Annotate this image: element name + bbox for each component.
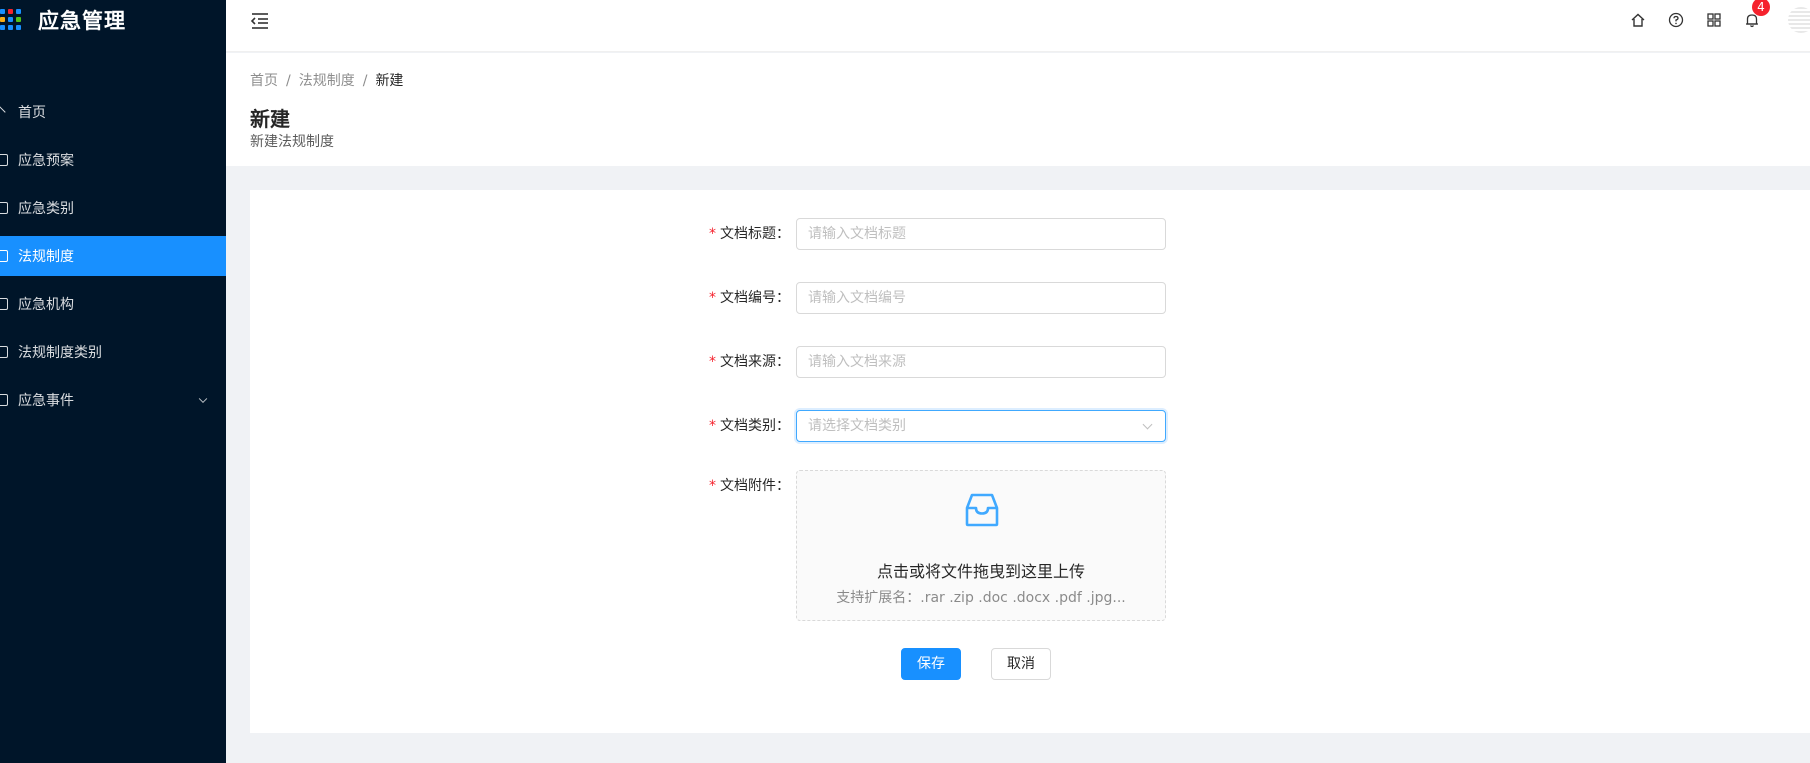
avatar[interactable] — [1788, 7, 1810, 33]
sidebar-item-emergency-event[interactable]: 应急事件 — [0, 380, 226, 420]
inbox-icon — [965, 493, 999, 527]
document-source-input[interactable] — [796, 346, 1166, 378]
file-icon — [0, 154, 8, 166]
sidebar-item-label: 首页 — [18, 105, 46, 121]
breadcrumb: 首页 / 法规制度 / 新建 — [250, 70, 403, 90]
required-mark: * — [709, 226, 716, 242]
chevron-down-icon — [198, 394, 208, 404]
form-row-title: * 文档标题： — [250, 218, 1810, 250]
form-row-number: * 文档编号： — [250, 282, 1810, 314]
form-actions: 保存 取消 — [250, 648, 1810, 680]
menu-fold-icon[interactable] — [250, 12, 270, 30]
form-row-attachment: * 文档附件： 点击或将文件拖曳到这里上传 支持扩展名：.rar .zip .do… — [250, 470, 1810, 621]
form-label-number: * 文档编号： — [709, 290, 790, 306]
notification-button[interactable]: 4 — [1744, 0, 1770, 28]
sidebar-item-emergency-agency[interactable]: 应急机构 — [0, 284, 226, 324]
file-icon — [0, 298, 8, 310]
cancel-button[interactable]: 取消 — [991, 648, 1051, 680]
sidebar-item-label: 应急预案 — [18, 153, 74, 169]
breadcrumb-home[interactable]: 首页 — [250, 73, 278, 89]
save-button[interactable]: 保存 — [901, 648, 961, 680]
file-icon — [0, 250, 8, 262]
form-row-source: * 文档来源： — [250, 346, 1810, 378]
file-icon — [0, 394, 8, 406]
file-icon — [0, 346, 8, 358]
required-mark: * — [709, 354, 716, 370]
file-icon — [0, 202, 8, 214]
sidebar: 应急管理 首页 应急预案 应急类别 法规制度 应急机构 法规制度类别 应急事件 — [0, 0, 226, 763]
sidebar-item-label: 法规制度 — [18, 249, 74, 265]
required-mark: * — [709, 418, 716, 434]
form-card: *文档标题： *文档编号： *文档来源： *文档类别： 请选择文档类别 *文档附… — [250, 190, 1810, 733]
page-subtitle: 新建法规制度 — [250, 134, 334, 150]
breadcrumb-separator: / — [362, 73, 368, 89]
form-label-source: * 文档来源： — [709, 354, 790, 370]
header-actions: 4 — [1630, 0, 1810, 40]
breadcrumb-current: 新建 — [375, 73, 404, 89]
breadcrumb-separator: / — [286, 73, 291, 89]
page-title: 新建 — [250, 107, 290, 131]
page-header: 首页 / 法规制度 / 新建 新建 新建法规制度 — [226, 53, 1810, 166]
document-category-select[interactable]: 请选择文档类别 — [796, 410, 1166, 442]
form-label-title: * 文档标题： — [709, 226, 790, 242]
document-number-input[interactable] — [796, 282, 1166, 314]
document-title-input[interactable] — [796, 218, 1166, 250]
top-header: 4 — [226, 0, 1810, 52]
upload-hint: 支持扩展名：.rar .zip .doc .docx .pdf .jpg... — [836, 590, 1126, 606]
form-row-category: * 文档类别： 请选择文档类别 — [250, 410, 1810, 442]
required-mark: * — [709, 478, 716, 494]
form-label-attachment: * 文档附件： — [709, 478, 790, 494]
sidebar-item-label: 应急类别 — [18, 201, 74, 217]
home-icon — [0, 107, 10, 117]
sidebar-item-home[interactable]: 首页 — [0, 92, 226, 132]
sidebar-item-emergency-category[interactable]: 应急类别 — [0, 188, 226, 228]
app-title: 应急管理 — [38, 9, 126, 33]
sidebar-item-emergency-plan[interactable]: 应急预案 — [0, 140, 226, 180]
upload-text: 点击或将文件拖曳到这里上传 — [876, 562, 1085, 581]
brand[interactable]: 应急管理 — [0, 0, 226, 40]
breadcrumb-regulations[interactable]: 法规制度 — [299, 73, 355, 89]
sidebar-item-label: 应急机构 — [18, 297, 74, 313]
question-circle-icon[interactable] — [1668, 12, 1684, 28]
required-mark: * — [709, 290, 716, 306]
sidebar-item-label: 法规制度类别 — [18, 345, 102, 361]
sidebar-item-regulation-category[interactable]: 法规制度类别 — [0, 332, 226, 372]
notification-badge: 4 — [1752, 0, 1770, 16]
sidebar-item-label: 应急事件 — [18, 393, 74, 409]
select-placeholder: 请选择文档类别 — [808, 418, 906, 434]
file-upload-dragger[interactable]: 点击或将文件拖曳到这里上传 支持扩展名：.rar .zip .doc .docx… — [796, 470, 1166, 621]
home-icon[interactable] — [1630, 12, 1646, 28]
chevron-down-icon — [1142, 419, 1153, 430]
appstore-icon[interactable] — [1706, 12, 1722, 28]
app-logo-icon — [0, 9, 22, 31]
sidebar-item-regulations[interactable]: 法规制度 — [0, 236, 226, 276]
sidebar-menu: 首页 应急预案 应急类别 法规制度 应急机构 法规制度类别 应急事件 — [0, 92, 226, 420]
form-label-category: * 文档类别： — [709, 418, 790, 434]
